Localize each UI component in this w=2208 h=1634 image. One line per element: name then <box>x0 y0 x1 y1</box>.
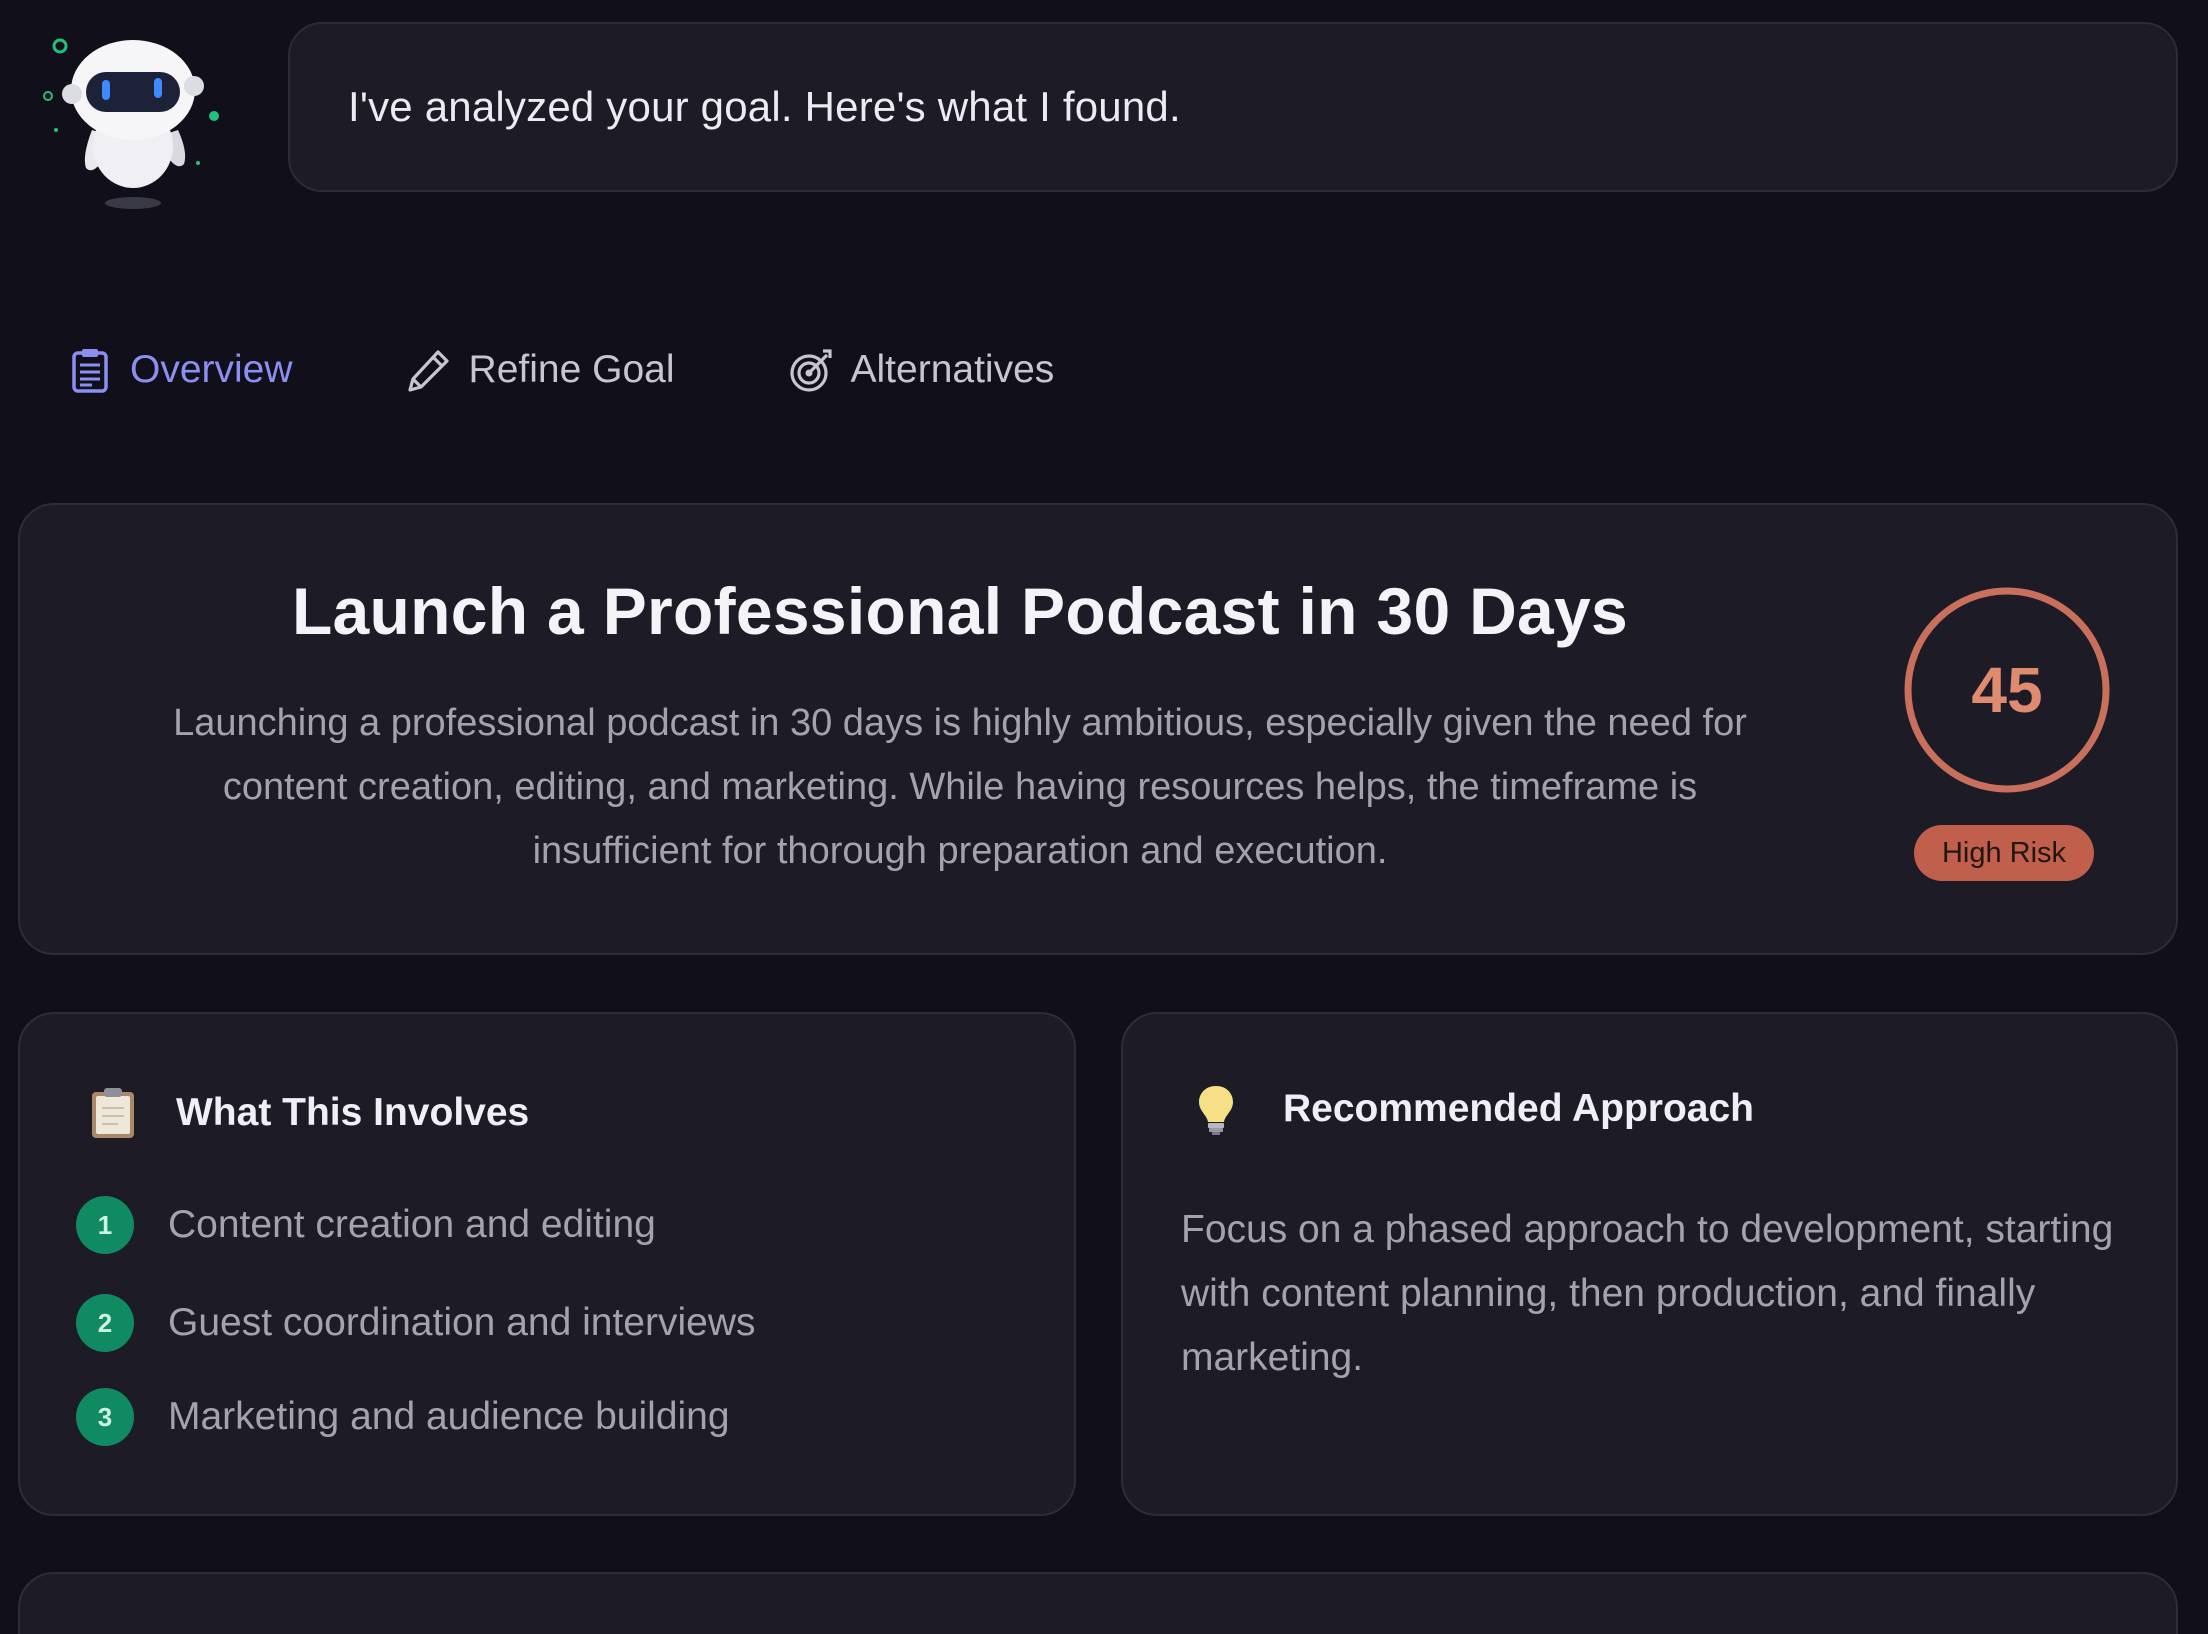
assistant-message: I've analyzed your goal. Here's what I f… <box>288 22 2178 192</box>
list-item: 3 Marketing and audience building <box>76 1388 756 1446</box>
list-item: 2 Guest coordination and interviews <box>76 1294 756 1352</box>
robot-icon <box>43 38 219 209</box>
tab-overview-label: Overview <box>130 348 293 391</box>
step-number-badge: 1 <box>76 1196 134 1254</box>
step-text: Marketing and audience building <box>168 1395 730 1438</box>
involves-list: 1 Content creation and editing 2 Guest c… <box>76 1196 756 1486</box>
clipboard-icon <box>72 349 108 393</box>
tab-refine-goal-label: Refine Goal <box>468 348 675 391</box>
goal-summary-card: Launch a Professional Podcast in 30 Days… <box>18 503 2178 955</box>
tab-bar: Overview Refine Goal Alternatives <box>66 335 1166 405</box>
step-text: Guest coordination and interviews <box>168 1301 756 1344</box>
next-section-card <box>18 1572 2178 1634</box>
tab-refine-goal[interactable]: Refine Goal <box>405 346 675 394</box>
involves-title: What This Involves <box>176 1091 530 1134</box>
approach-title: Recommended Approach <box>1283 1087 1754 1130</box>
step-text: Content creation and editing <box>168 1203 656 1246</box>
goal-title: Launch a Professional Podcast in 30 Days <box>291 574 1629 648</box>
clipboard-emoji-icon <box>92 1088 134 1138</box>
feasibility-score: 45 High Risk <box>1892 585 2112 885</box>
approach-header: Recommended Approach <box>1189 1082 1754 1136</box>
tab-overview[interactable]: Overview <box>66 346 293 394</box>
involves-header: What This Involves <box>86 1086 529 1140</box>
pencil-icon <box>407 350 449 392</box>
approach-card: Recommended Approach Focus on a phased a… <box>1121 1012 2178 1516</box>
tab-alternatives-label: Alternatives <box>850 348 1055 391</box>
involves-card: What This Involves 1 Content creation an… <box>18 1012 1076 1516</box>
list-item: 1 Content creation and editing <box>76 1196 756 1254</box>
step-number-badge: 3 <box>76 1388 134 1446</box>
lightbulb-icon <box>1199 1086 1233 1135</box>
assistant-message-text: I've analyzed your goal. Here's what I f… <box>348 83 1181 130</box>
goal-description: Launching a professional podcast in 30 d… <box>173 702 1747 872</box>
score-value: 45 <box>1971 654 2043 726</box>
tab-alternatives[interactable]: Alternatives <box>787 346 1055 394</box>
approach-text: Focus on a phased approach to developmen… <box>1181 1208 2114 1379</box>
risk-badge: High Risk <box>1914 825 2094 881</box>
step-number-badge: 2 <box>76 1294 134 1352</box>
goal-analysis-page: I've analyzed your goal. Here's what I f… <box>0 0 2208 1634</box>
target-icon <box>789 349 832 392</box>
